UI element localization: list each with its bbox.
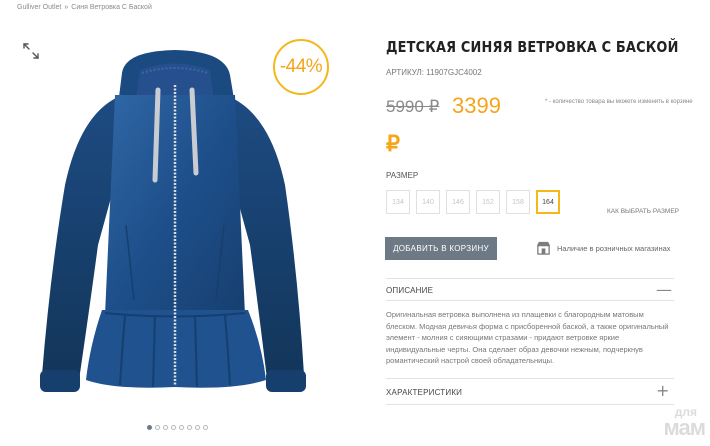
gallery-dot[interactable] [155, 425, 160, 430]
product-image[interactable] [30, 45, 320, 425]
size-label: РАЗМЕР [386, 171, 419, 180]
size-option-140[interactable]: 140 [416, 190, 440, 214]
gallery-dot[interactable] [187, 425, 192, 430]
characteristics-title[interactable]: ХАРАКТЕРИСТИКИ [386, 388, 462, 397]
size-guide-link[interactable]: КАК ВЫБРАТЬ РАЗМЕР [607, 208, 679, 215]
add-to-cart-button[interactable]: ДОБАВИТЬ В КОРЗИНУ [385, 237, 497, 260]
gallery-dot[interactable] [171, 425, 176, 430]
gallery-dot[interactable] [195, 425, 200, 430]
quantity-note: * - количество товара вы можете изменить… [545, 99, 693, 105]
divider [386, 278, 674, 279]
discount-badge: -44% [273, 39, 329, 95]
store-icon[interactable] [536, 240, 551, 255]
breadcrumb-item-home[interactable]: Gulliver Outlet [17, 4, 61, 11]
description-text: Оригинальная ветровка выполнена из плаще… [386, 310, 669, 365]
gallery-dot[interactable] [203, 425, 208, 430]
breadcrumb-item-current[interactable]: Синя Ветровка С Баской [71, 4, 152, 11]
gallery-dot[interactable] [147, 425, 152, 430]
expand-icon[interactable]: + [656, 383, 669, 399]
divider [386, 378, 674, 379]
gallery-dot[interactable] [179, 425, 184, 430]
size-option-134[interactable]: 134 [386, 190, 410, 214]
divider [386, 300, 674, 301]
watermark-logo: для мам [645, 405, 706, 443]
size-option-158[interactable]: 158 [506, 190, 530, 214]
currency-symbol: ₽ [386, 131, 400, 156]
watermark-line2: мам [663, 415, 706, 440]
size-option-152[interactable]: 152 [476, 190, 500, 214]
product-article: АРТИКУЛ: 11907GJC4002 [386, 68, 482, 77]
description-title[interactable]: ОПИСАНИЕ [386, 286, 433, 295]
product-title: ДЕТСКАЯ СИНЯЯ ВЕТРОВКА С БАСКОЙ [386, 38, 679, 56]
old-price: 5990 ₽ [386, 97, 440, 116]
collapse-icon[interactable]: — [656, 282, 672, 298]
breadcrumb: Gulliver Outlet» Синя Ветровка С Баской [17, 4, 152, 11]
size-option-164[interactable]: 164 [536, 190, 560, 214]
size-option-146[interactable]: 146 [446, 190, 470, 214]
new-price: 3399 [452, 93, 501, 118]
gallery-dot[interactable] [163, 425, 168, 430]
size-selector: 134 140 146 152 158 164 [386, 190, 560, 214]
divider [386, 404, 674, 405]
gallery-pagination [147, 425, 208, 430]
store-availability-link[interactable]: Наличие в розничных магазинах [557, 244, 671, 253]
breadcrumb-separator: » [64, 4, 69, 11]
